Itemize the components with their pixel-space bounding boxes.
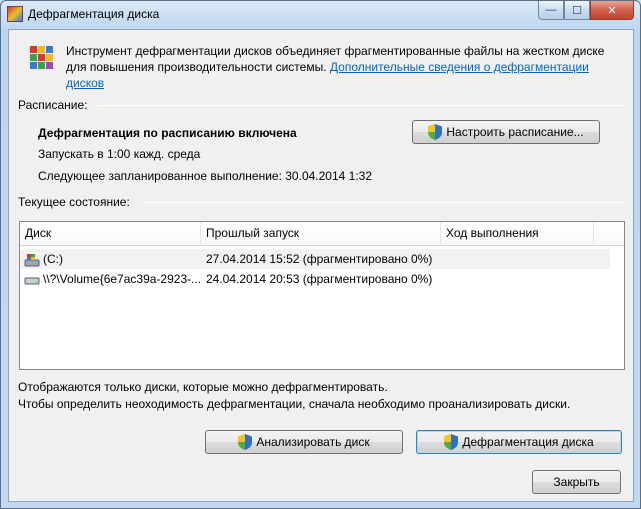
analyze-disk-label: Анализировать диск — [256, 435, 370, 449]
uac-shield-icon — [444, 434, 459, 450]
schedule-status: Дефрагментация по расписанию включена — [38, 126, 297, 140]
drive-icon — [24, 277, 40, 285]
schedule-run-at: Запускать в 1:00 кажд. среда — [38, 147, 201, 161]
disk-list[interactable]: Диск Прошлый запуск Ход выполнения (C:) — [19, 221, 625, 370]
schedule-divider — [97, 105, 625, 106]
maximize-button[interactable]: ☐ — [564, 1, 590, 20]
system-drive-icon — [24, 253, 40, 267]
last-run-cell: 24.04.2014 20:53 (фрагментировано 0%) — [206, 272, 433, 286]
defragment-disk-label: Дефрагментация диска — [462, 435, 594, 449]
close-button[interactable]: Закрыть — [532, 470, 621, 494]
dialog-body: Инструмент дефрагментации дисков объедин… — [8, 29, 634, 502]
note-line-2: Чтобы определить неоходимость дефрагмент… — [18, 397, 571, 411]
window-title: Дефрагментация диска — [28, 7, 160, 21]
disk-row-c[interactable]: (C:) 27.04.2014 15:52 (фрагментировано 0… — [20, 249, 610, 269]
column-header-last-run[interactable]: Прошлый запуск — [201, 222, 441, 246]
uac-shield-icon — [428, 124, 443, 140]
analyze-disk-button[interactable]: Анализировать диск — [205, 430, 403, 454]
defrag-window: Дефрагментация диска — ☐ ✕ Инструмент де… — [0, 0, 641, 509]
intro-text: Инструмент дефрагментации дисков объедин… — [66, 43, 626, 91]
last-run-cell: 27.04.2014 15:52 (фрагментировано 0%) — [206, 252, 433, 266]
current-status-divider — [144, 202, 625, 203]
schedule-next-run: Следующее запланированное выполнение: 30… — [38, 169, 373, 183]
column-header-disk[interactable]: Диск — [20, 222, 201, 246]
configure-schedule-label: Настроить расписание... — [446, 125, 584, 139]
title-bar[interactable]: Дефрагментация диска — ☐ ✕ — [1, 1, 640, 29]
column-header-filler — [594, 222, 624, 246]
close-window-button[interactable]: ✕ — [590, 1, 634, 20]
defragment-disk-button[interactable]: Дефрагментация диска — [416, 430, 622, 454]
defrag-app-icon — [7, 6, 23, 22]
progress-cell — [441, 249, 594, 269]
configure-schedule-button[interactable]: Настроить расписание... — [412, 120, 600, 144]
caption-buttons: — ☐ ✕ — [538, 1, 634, 21]
progress-cell — [441, 269, 594, 289]
note-line-1: Отображаются только диски, которые можно… — [18, 380, 388, 394]
column-header-progress[interactable]: Ход выполнения — [441, 222, 594, 246]
disk-name: \\?\Volume{6e7ac39a-2923-... — [43, 272, 201, 286]
current-status-group-label: Текущее состояние: — [18, 195, 130, 209]
minimize-button[interactable]: — — [538, 1, 564, 20]
schedule-group-label: Расписание: — [18, 98, 88, 112]
disk-name: (C:) — [43, 252, 63, 266]
disk-cell: \\?\Volume{6e7ac39a-2923-... — [20, 269, 201, 289]
disk-cell: (C:) — [20, 249, 201, 269]
disk-list-header: Диск Прошлый запуск Ход выполнения — [20, 222, 624, 246]
defrag-large-icon — [30, 46, 53, 69]
uac-shield-icon — [238, 434, 253, 450]
disk-row-volume[interactable]: \\?\Volume{6e7ac39a-2923-... 24.04.2014 … — [20, 269, 610, 289]
